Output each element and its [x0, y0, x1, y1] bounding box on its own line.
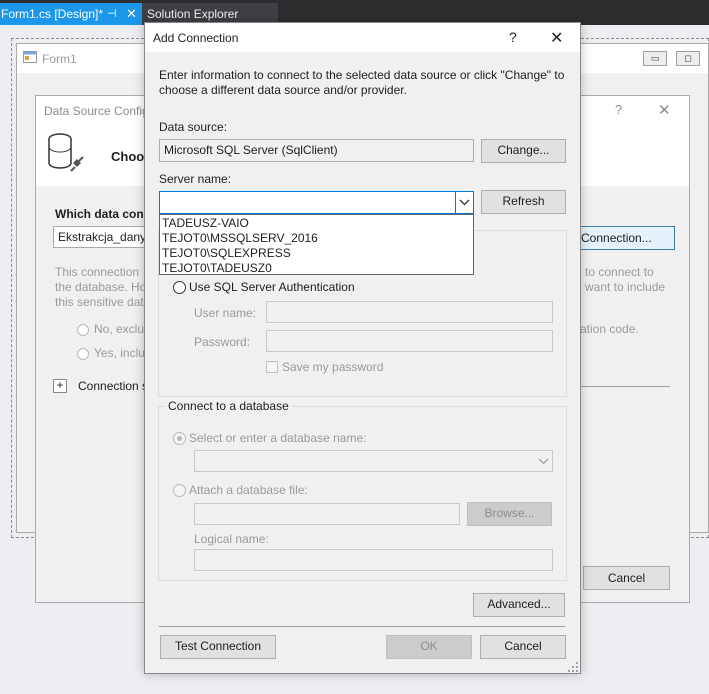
wizard-info-line: want to include — [585, 280, 666, 294]
server-list-item[interactable]: TEJOT0\TADEUSZ0 — [162, 261, 471, 276]
save-password-label: Save my password — [282, 360, 384, 374]
wizard-info-text-right: to connect to want to include — [585, 265, 665, 295]
change-button[interactable]: Change... — [481, 139, 566, 163]
advanced-button[interactable]: Advanced... — [473, 593, 565, 617]
chevron-down-icon[interactable] — [455, 191, 474, 214]
radio-exclude[interactable] — [77, 324, 89, 336]
intro-text: Enter information to connect to the sele… — [159, 68, 565, 97]
close-icon[interactable]: ✕ — [126, 3, 137, 25]
user-name-input[interactable] — [266, 301, 553, 323]
database-name-combo[interactable] — [194, 450, 553, 472]
wizard-which-connection-label: Which data conn — [55, 207, 151, 221]
connect-database-legend: Connect to a database — [165, 399, 292, 413]
logical-name-label: Logical name: — [194, 532, 269, 546]
select-db-radio[interactable] — [173, 432, 186, 445]
wizard-close-button[interactable]: ✕ — [658, 101, 671, 119]
radio-exclude-label: No, exclu — [94, 322, 145, 336]
sql-auth-label: Use SQL Server Authentication — [189, 280, 355, 294]
wizard-info-line: this sensitive dat — [55, 295, 144, 309]
server-dropdown-list: TADEUSZ-VAIO TEJOT0\MSSQLSERV_2016 TEJOT… — [159, 214, 474, 275]
wizard-info-line: the database. Ho — [55, 280, 147, 294]
logical-name-input[interactable] — [194, 549, 553, 571]
close-button[interactable]: ✕ — [550, 28, 563, 48]
browse-button[interactable]: Browse... — [467, 502, 552, 526]
wizard-help-button[interactable]: ? — [615, 102, 622, 117]
data-source-label: Data source: — [159, 120, 228, 134]
radio-include-label: Yes, inclu — [94, 346, 145, 360]
form-icon — [23, 51, 37, 63]
server-list-item[interactable]: TEJOT0\MSSQLSERV_2016 — [162, 231, 471, 246]
form1-title: Form1 — [42, 52, 77, 66]
test-connection-button[interactable]: Test Connection — [160, 635, 276, 659]
wizard-info-line: ation code. — [580, 322, 639, 336]
expand-connection-string-button[interactable]: + — [53, 379, 67, 393]
dialog-title: Add Connection — [153, 31, 239, 45]
password-label: Password: — [194, 335, 251, 349]
pin-icon[interactable]: ⊣ — [107, 3, 117, 25]
minimize-button[interactable]: ▭ — [643, 51, 667, 66]
help-button[interactable]: ? — [509, 29, 517, 45]
wizard-cancel-button[interactable]: Cancel — [583, 566, 670, 590]
database-icon — [48, 133, 84, 172]
save-password-checkbox[interactable] — [266, 361, 278, 373]
maximize-button[interactable]: ◻ — [676, 51, 700, 66]
server-list-item[interactable]: TADEUSZ-VAIO — [162, 216, 471, 231]
wizard-connection-combo[interactable]: Ekstrakcja_danyc — [53, 226, 149, 248]
wizard-info-line: This connection — [55, 265, 140, 279]
data-source-field: Microsoft SQL Server (SqlClient) — [159, 139, 474, 162]
cancel-button[interactable]: Cancel — [480, 635, 566, 659]
wizard-title: Data Source Config — [44, 104, 149, 118]
wizard-heading: Choo — [111, 149, 145, 164]
attach-db-label: Attach a database file: — [189, 483, 308, 497]
separator — [159, 626, 565, 627]
server-name-label: Server name: — [159, 172, 232, 186]
ok-button[interactable]: OK — [386, 635, 472, 659]
tab-label: Solution Explorer — [147, 7, 239, 21]
wizard-info-line: to connect to — [585, 265, 654, 279]
database-file-input[interactable] — [194, 503, 460, 525]
sql-auth-radio[interactable] — [173, 281, 186, 294]
tab-form1-design[interactable]: Form1.cs [Design]* ⊣ ✕ — [0, 3, 142, 25]
radio-include[interactable] — [77, 348, 89, 360]
password-input[interactable] — [266, 330, 553, 352]
user-name-label: User name: — [194, 306, 257, 320]
select-db-label: Select or enter a database name: — [189, 431, 367, 445]
server-name-input[interactable] — [159, 191, 474, 214]
resize-grip-icon[interactable] — [568, 662, 578, 672]
wizard-info-text-left: This connection the database. Ho this se… — [55, 265, 146, 310]
refresh-button[interactable]: Refresh — [481, 190, 566, 214]
connection-string-label: Connection s — [78, 379, 149, 393]
attach-db-radio[interactable] — [173, 484, 186, 497]
server-list-item[interactable]: TEJOT0\SQLEXPRESS — [162, 246, 471, 261]
new-connection-button[interactable]: Connection... — [571, 226, 675, 250]
tab-label: Form1.cs [Design]* — [1, 7, 104, 21]
separator — [570, 386, 670, 387]
chevron-down-icon — [538, 458, 549, 465]
